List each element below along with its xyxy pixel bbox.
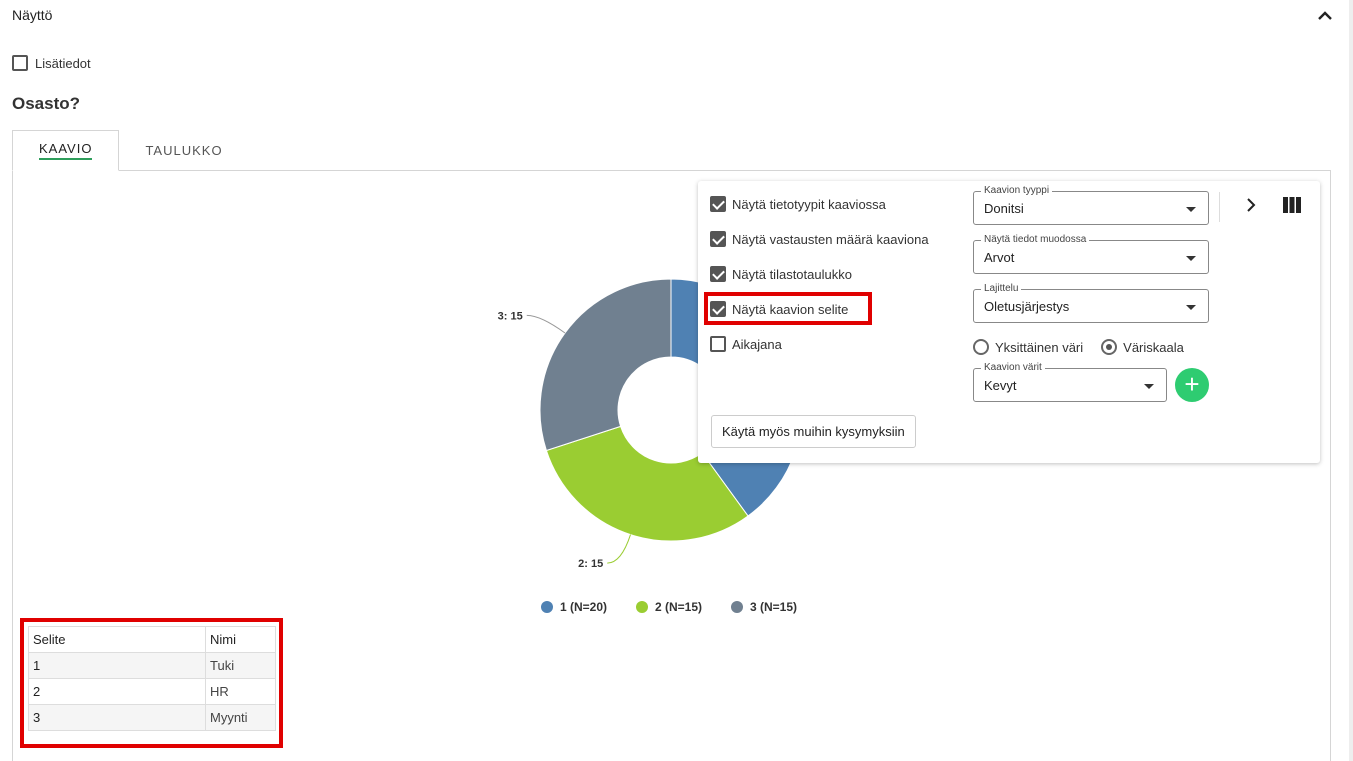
legend-swatch[interactable] <box>731 601 743 613</box>
slice-label: 3: 15 <box>498 310 523 322</box>
table-row: 3 Myynti <box>28 704 276 731</box>
apply-to-all-button[interactable]: Käytä myös muihin kysymyksiin <box>711 415 916 448</box>
legend-key: 1 <box>28 652 206 679</box>
table-row: 1 Tuki <box>28 652 276 679</box>
legend-header-key: Selite <box>28 626 206 653</box>
option-show-data-types[interactable]: Näytä tietotyypit kaaviossa <box>710 196 886 212</box>
checkbox-checked-icon[interactable] <box>710 266 726 282</box>
columns-icon[interactable] <box>1283 197 1301 213</box>
radio-label: Yksittäinen väri <box>995 339 1084 355</box>
checkbox-checked-icon[interactable] <box>710 196 726 212</box>
legend-label[interactable]: 2 (N=15) <box>655 600 702 614</box>
table-row: 2 HR <box>28 678 276 705</box>
legend-label[interactable]: 3 (N=15) <box>750 600 797 614</box>
legend-key: 3 <box>28 704 206 731</box>
color-mode-radios: Yksittäinen väri Väriskaala <box>973 339 1184 355</box>
slice-label: 2: 15 <box>578 558 603 570</box>
slice-label-connector <box>526 314 566 334</box>
legend-name: HR <box>205 678 276 705</box>
option-show-stats-table[interactable]: Näytä tilastotaulukko <box>710 266 852 282</box>
option-label: Näytä tietotyypit kaaviossa <box>732 196 886 212</box>
select-label: Näytä tiedot muodossa <box>981 234 1090 245</box>
legend-swatch[interactable] <box>541 601 553 613</box>
divider <box>1219 192 1220 222</box>
option-label: Näytä vastausten määrä kaaviona <box>732 231 929 247</box>
select-value: Donitsi <box>984 201 1024 216</box>
chart-colors-select[interactable]: Kaavion värit Kevyt <box>973 362 1167 402</box>
chevron-right-icon[interactable] <box>1244 197 1258 213</box>
add-color-button[interactable]: + <box>1175 368 1209 402</box>
option-show-answer-count[interactable]: Näytä vastausten määrä kaaviona <box>710 231 929 247</box>
checkbox-checked-icon[interactable] <box>710 231 726 247</box>
radio-single-color[interactable] <box>973 339 989 355</box>
legend-table: Selite Nimi 1 Tuki 2 HR 3 Myynti <box>28 626 276 731</box>
legend-header-name: Nimi <box>205 626 276 653</box>
select-value: Arvot <box>984 250 1015 265</box>
option-label: Aikajana <box>732 336 782 352</box>
slice-label-connector <box>607 534 631 564</box>
legend-table-highlight: Selite Nimi 1 Tuki 2 HR 3 Myynti <box>20 618 283 748</box>
radio-label: Väriskaala <box>1123 339 1184 355</box>
chart-type-select[interactable]: Kaavion tyyppi Donitsi <box>973 185 1209 225</box>
caret-down-icon <box>1186 256 1196 261</box>
highlight-frame <box>704 292 872 325</box>
caret-down-icon <box>1186 207 1196 212</box>
radio-color-scale[interactable] <box>1101 339 1118 355</box>
select-label: Kaavion tyyppi <box>981 185 1053 196</box>
sorting-select[interactable]: Lajittelu Oletusjärjestys <box>973 283 1209 323</box>
option-timeline[interactable]: Aikajana <box>710 336 782 352</box>
pie-slice-3[interactable] <box>539 278 672 452</box>
caret-down-icon <box>1144 384 1154 389</box>
select-label: Lajittelu <box>981 283 1022 294</box>
show-data-as-select[interactable]: Näytä tiedot muodossa Arvot <box>973 234 1209 274</box>
legend-label[interactable]: 1 (N=20) <box>560 600 607 614</box>
select-label: Kaavion värit <box>981 362 1045 373</box>
legend-name: Myynti <box>205 704 276 731</box>
checkbox-icon[interactable] <box>710 336 726 352</box>
legend-swatch[interactable] <box>636 601 648 613</box>
select-value: Kevyt <box>984 378 1017 393</box>
chart-settings-popover: Näytä tietotyypit kaaviossa Näytä vastau… <box>698 181 1320 463</box>
legend-name: Tuki <box>205 652 276 679</box>
legend-key: 2 <box>28 678 206 705</box>
select-value: Oletusjärjestys <box>984 299 1070 314</box>
option-label: Näytä tilastotaulukko <box>732 266 852 282</box>
caret-down-icon <box>1186 305 1196 310</box>
